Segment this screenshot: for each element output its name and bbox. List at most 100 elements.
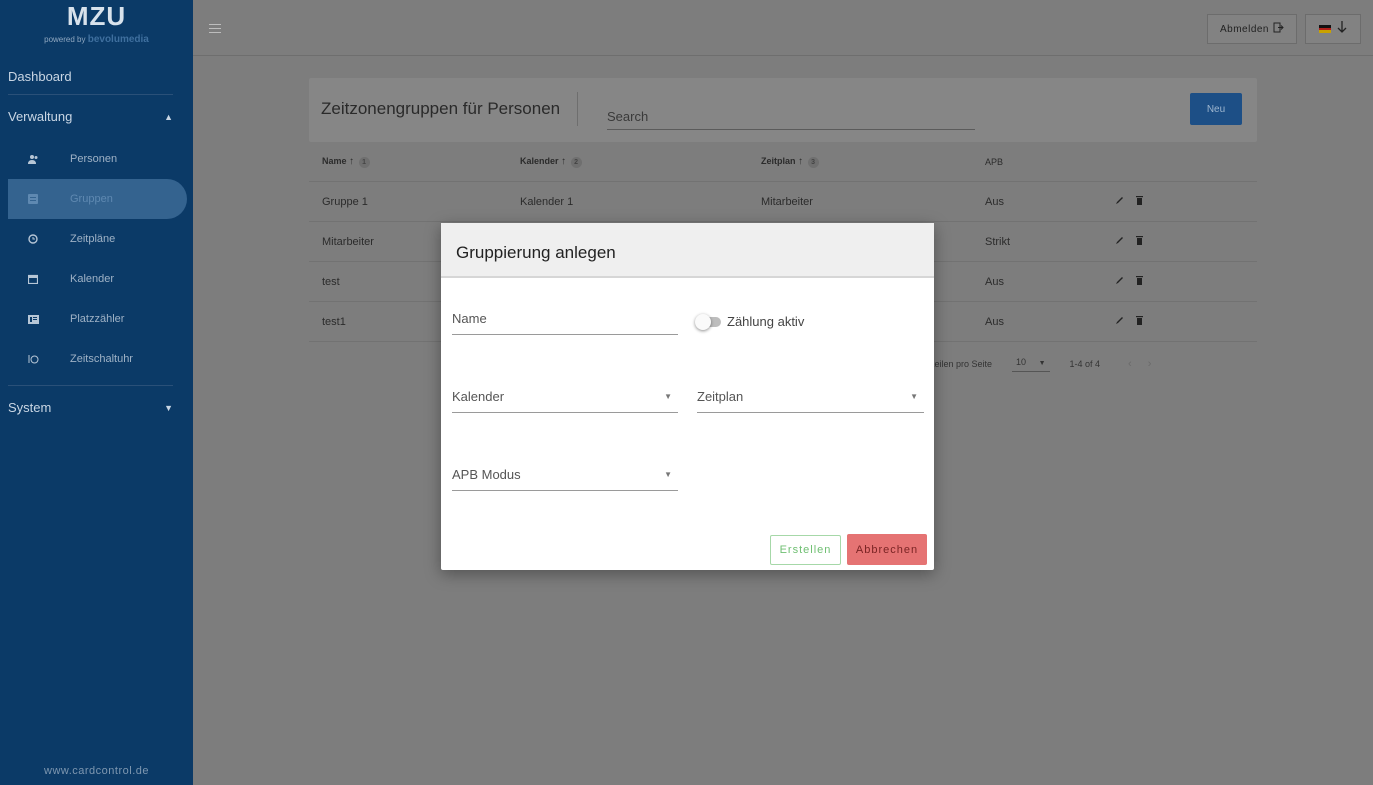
cell-apb: Aus bbox=[985, 315, 1004, 328]
people-icon bbox=[26, 152, 40, 166]
column-header-kalender[interactable]: Kalender ↑ 2 bbox=[509, 156, 747, 168]
delete-icon[interactable] bbox=[1136, 315, 1143, 328]
sidebar-item-label: Zeitschaltuhr bbox=[70, 353, 133, 365]
sort-up-icon: ↑ bbox=[561, 155, 567, 167]
logo: MZU powered by bevolumedia bbox=[0, 0, 193, 60]
create-button[interactable]: Erstellen bbox=[770, 535, 841, 565]
sidebar-item-zeitschaltuhr[interactable]: Zeitschaltuhr bbox=[0, 339, 193, 379]
counting-toggle[interactable]: Zählung aktiv bbox=[695, 313, 805, 330]
calendar-icon bbox=[26, 272, 40, 286]
toggle-label: Zählung aktiv bbox=[727, 314, 805, 329]
edit-icon[interactable] bbox=[1115, 196, 1124, 208]
kalender-select-label: Kalender bbox=[452, 389, 505, 404]
sidebar-item-kalender[interactable]: Kalender bbox=[0, 259, 193, 299]
cell-name: Gruppe 1 bbox=[322, 195, 368, 208]
row-actions bbox=[1103, 235, 1257, 248]
apb-mode-select[interactable]: APB Modus ▼ bbox=[452, 467, 678, 491]
cell-apb: Aus bbox=[985, 275, 1004, 288]
rows-per-page-value: 10 bbox=[1016, 356, 1027, 367]
page-title: Zeitzonengruppen für Personen bbox=[321, 99, 561, 118]
rows-per-page-label: Zeilen pro Seite bbox=[929, 359, 993, 369]
toggle-switch[interactable] bbox=[695, 313, 721, 330]
cell-kalender: Kalender 1 bbox=[520, 195, 574, 208]
caret-down-icon: ▼ bbox=[164, 403, 173, 413]
sidebar-item-zeitplaene[interactable]: Zeitpläne bbox=[0, 219, 193, 259]
sidebar-group-verwaltung[interactable]: Verwaltung ▲ bbox=[0, 95, 193, 139]
topbar: Abmelden bbox=[193, 0, 1373, 56]
delete-icon[interactable] bbox=[1136, 275, 1143, 288]
header-divider bbox=[577, 92, 578, 126]
group-icon bbox=[26, 192, 40, 206]
page-range: 1-4 of 4 bbox=[1069, 359, 1101, 369]
delete-icon[interactable] bbox=[1136, 195, 1143, 208]
logout-icon bbox=[1273, 22, 1284, 36]
zeitplan-select-label: Zeitplan bbox=[697, 389, 744, 404]
sort-order-badge: 1 bbox=[358, 156, 370, 168]
footer-link[interactable]: www.cardcontrol.de bbox=[0, 765, 193, 777]
counter-icon bbox=[26, 312, 40, 326]
edit-icon[interactable] bbox=[1115, 276, 1124, 288]
sidebar-item-personen[interactable]: Personen bbox=[0, 139, 193, 179]
dialog-title: Gruppierung anlegen bbox=[441, 223, 934, 278]
column-header-zeitplan[interactable]: Zeitplan ↑ 3 bbox=[747, 156, 973, 168]
sidebar: MZU powered by bevolumedia Dashboard Ver… bbox=[0, 0, 193, 785]
chevron-right-icon[interactable]: › bbox=[1148, 358, 1152, 370]
caret-up-icon: ▲ bbox=[164, 112, 173, 122]
cancel-button[interactable]: Abbrechen bbox=[847, 534, 927, 565]
table-header-row: Name ↑ 1 Kalender ↑ 2 Zeitplan ↑ 3 APB bbox=[309, 142, 1257, 182]
column-header-name[interactable]: Name ↑ 1 bbox=[309, 156, 509, 168]
sidebar-item-dashboard[interactable]: Dashboard bbox=[0, 60, 193, 94]
sort-up-icon: ↑ bbox=[349, 155, 355, 167]
row-actions bbox=[1103, 195, 1257, 208]
rows-per-page-select[interactable]: 10 ▼ bbox=[1012, 356, 1050, 372]
sidebar-item-label: Dashboard bbox=[8, 69, 72, 84]
logout-label: Abmelden bbox=[1219, 23, 1269, 35]
apb-mode-label: APB Modus bbox=[452, 467, 521, 482]
logout-button[interactable]: Abmelden bbox=[1206, 14, 1297, 44]
dropdown-arrow-icon: ▼ bbox=[664, 470, 672, 479]
pagination: Zeilen pro Seite 10 ▼ 1-4 of 4 ‹ › bbox=[929, 352, 1249, 376]
sort-up-icon: ↑ bbox=[798, 155, 804, 167]
table-header-card: Zeitzonengruppen für Personen Search Neu bbox=[309, 78, 1257, 142]
cell-apb: Strikt bbox=[985, 235, 1011, 248]
logo-title: MZU bbox=[66, 1, 127, 31]
sidebar-item-label: Gruppen bbox=[70, 193, 113, 205]
row-actions bbox=[1103, 275, 1257, 288]
dropdown-arrow-icon: ▼ bbox=[1038, 359, 1046, 367]
arrow-down-icon bbox=[1337, 20, 1347, 38]
column-header-label: Kalender bbox=[520, 155, 559, 166]
sort-order-badge: 3 bbox=[807, 156, 819, 168]
delete-icon[interactable] bbox=[1136, 235, 1143, 248]
cell-zeitplan: Mitarbeiter bbox=[761, 195, 813, 208]
table-row[interactable]: Gruppe 1 Kalender 1 Mitarbeiter Aus bbox=[309, 182, 1257, 222]
edit-icon[interactable] bbox=[1115, 316, 1124, 328]
sidebar-item-platzzaehler[interactable]: Platzzähler bbox=[0, 299, 193, 339]
sort-order-badge: 2 bbox=[570, 156, 582, 168]
logo-subtitle: powered by bevolumedia bbox=[0, 34, 193, 45]
edit-icon[interactable] bbox=[1115, 236, 1124, 248]
timer-icon bbox=[26, 352, 40, 366]
column-header-label: Zeitplan bbox=[761, 155, 796, 166]
kalender-select[interactable]: Kalender ▼ bbox=[452, 389, 678, 413]
row-actions bbox=[1103, 315, 1257, 328]
zeitplan-select[interactable]: Zeitplan ▼ bbox=[697, 389, 924, 413]
hamburger-menu-icon[interactable] bbox=[209, 24, 221, 34]
sidebar-item-gruppen[interactable]: Gruppen bbox=[8, 179, 187, 219]
language-button[interactable] bbox=[1305, 14, 1361, 44]
name-field[interactable]: Name bbox=[452, 311, 678, 335]
new-button[interactable]: Neu bbox=[1190, 93, 1242, 125]
dropdown-arrow-icon: ▼ bbox=[664, 392, 672, 401]
chevron-left-icon[interactable]: ‹ bbox=[1128, 358, 1132, 370]
search-input[interactable]: Search bbox=[607, 102, 975, 130]
sidebar-group-label: System bbox=[8, 400, 52, 415]
logo-powered-by: powered by bbox=[44, 35, 86, 44]
create-group-dialog: Gruppierung anlegen Name Zählung aktiv K… bbox=[441, 223, 934, 570]
clock-icon bbox=[26, 232, 40, 246]
logo-brand: bevolumedia bbox=[87, 34, 149, 45]
column-header-apb[interactable]: APB bbox=[973, 157, 1103, 167]
dropdown-arrow-icon: ▼ bbox=[910, 392, 918, 401]
sidebar-item-label: Personen bbox=[70, 153, 118, 165]
sidebar-group-system[interactable]: System ▼ bbox=[0, 386, 193, 430]
cell-apb: Aus bbox=[985, 195, 1004, 208]
sidebar-item-label: Kalender bbox=[70, 273, 115, 285]
